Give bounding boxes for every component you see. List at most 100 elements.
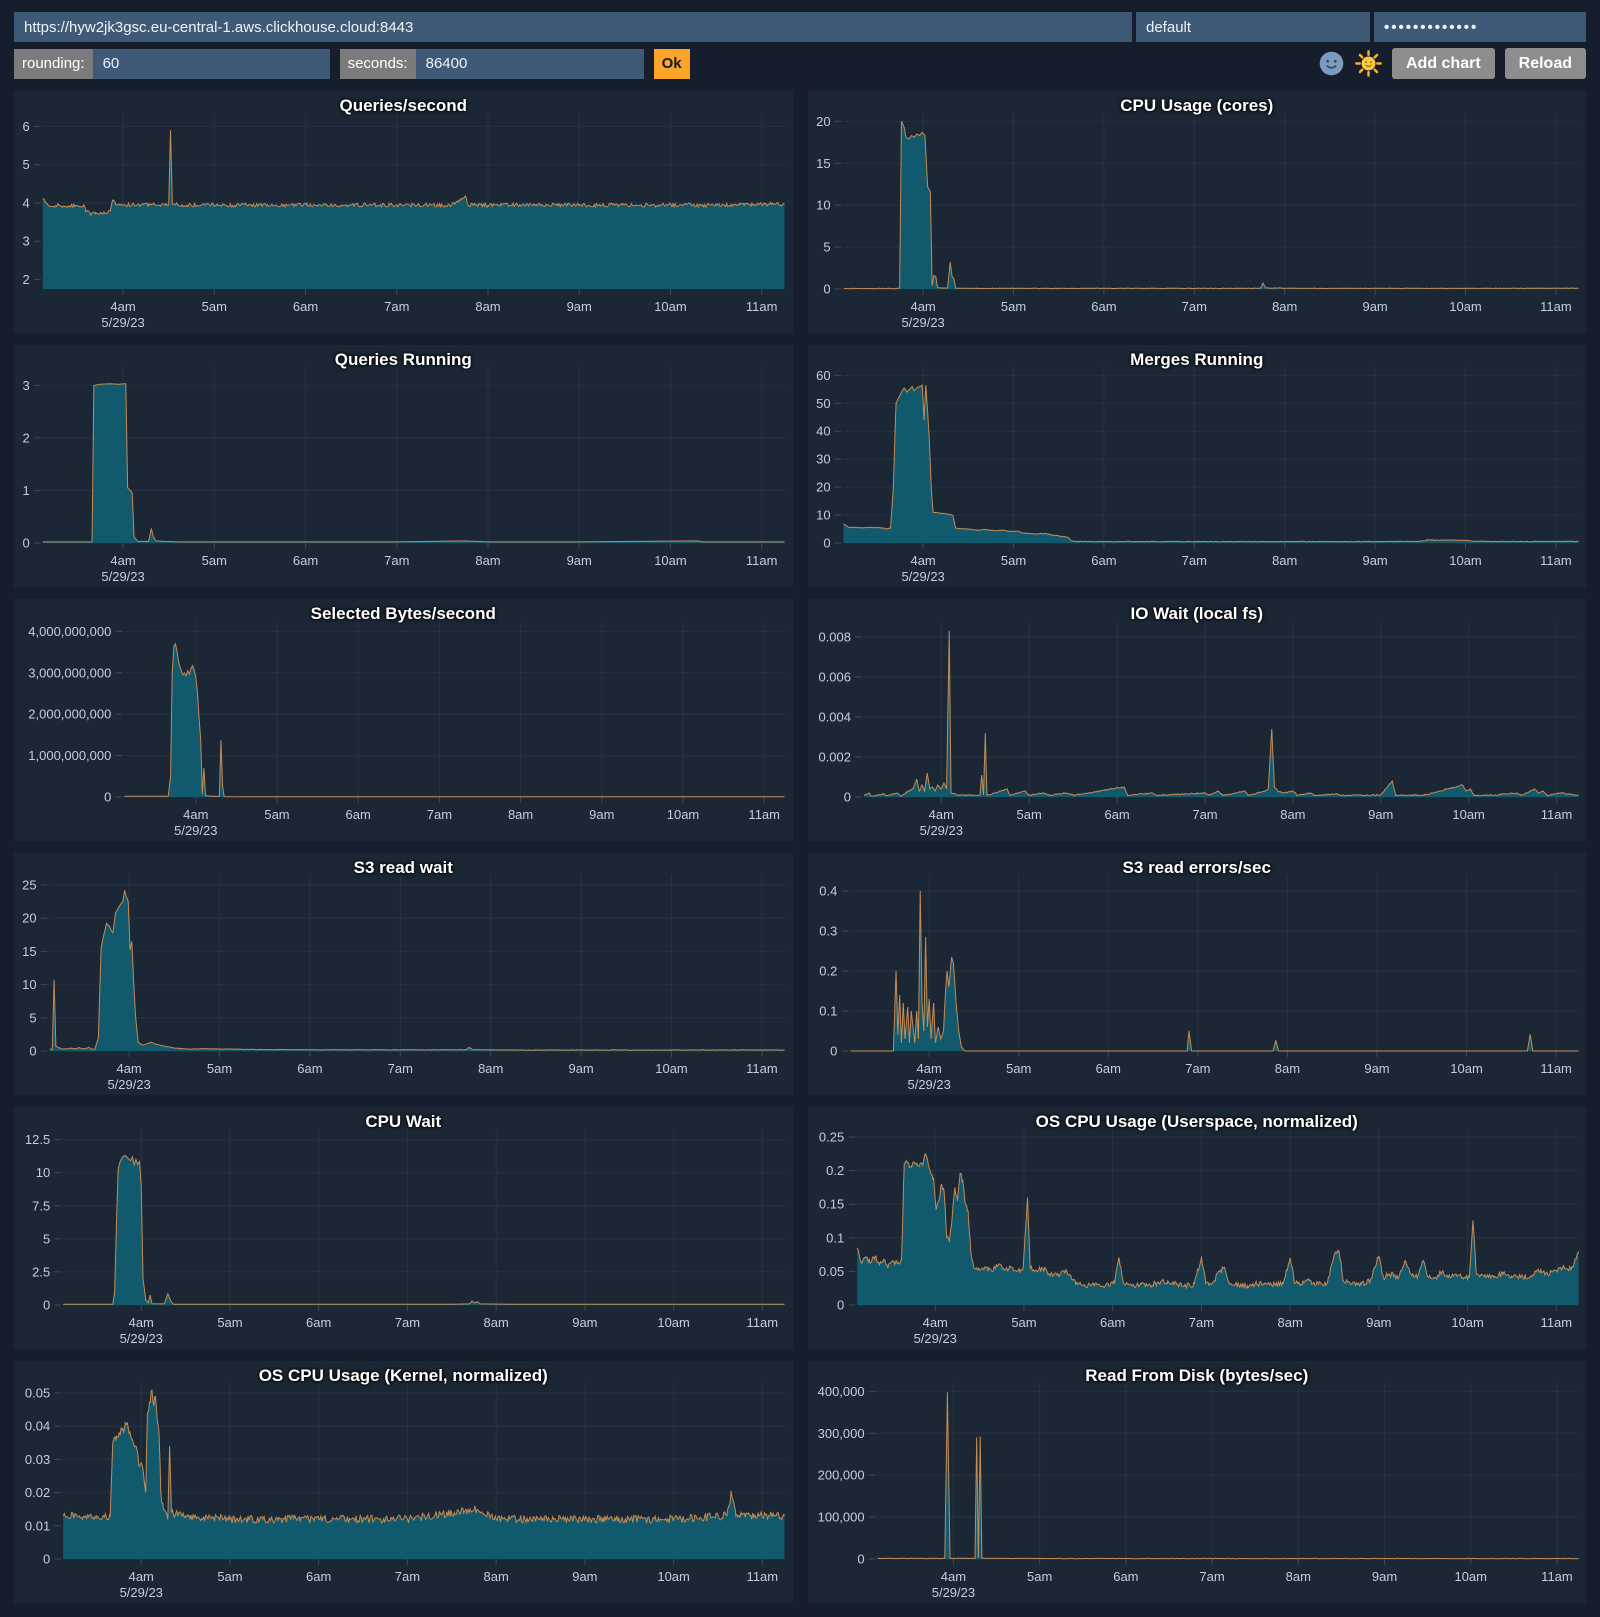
- svg-text:0: 0: [836, 1297, 843, 1312]
- svg-text:5am: 5am: [217, 1569, 242, 1584]
- chart-plot[interactable]: 05101520254am5/29/235am6am7am8am9am10am1…: [14, 853, 793, 1095]
- dark-theme-moon-icon[interactable]: [1318, 50, 1345, 77]
- chart-plot[interactable]: 02.557.51012.54am5/29/235am6am7am8am9am1…: [14, 1107, 793, 1349]
- svg-text:0.2: 0.2: [826, 1163, 844, 1178]
- svg-text:0: 0: [43, 1551, 50, 1566]
- svg-text:5am: 5am: [1027, 1569, 1052, 1584]
- svg-text:25: 25: [22, 877, 36, 892]
- svg-text:5/29/23: 5/29/23: [120, 1331, 163, 1346]
- svg-text:9am: 9am: [589, 807, 614, 822]
- chart-plot[interactable]: 01,000,000,0002,000,000,0003,000,000,000…: [14, 599, 793, 841]
- svg-text:11am: 11am: [1540, 1061, 1572, 1076]
- svg-text:10: 10: [816, 198, 830, 213]
- svg-text:9am: 9am: [572, 1315, 597, 1330]
- svg-text:0: 0: [830, 1043, 837, 1058]
- svg-text:11am: 11am: [1540, 1315, 1572, 1330]
- svg-text:6am: 6am: [293, 553, 318, 568]
- svg-text:9am: 9am: [1362, 553, 1387, 568]
- svg-text:4am: 4am: [116, 1061, 141, 1076]
- chart-panel-selected-bytes-second: 01,000,000,0002,000,000,0003,000,000,000…: [14, 599, 793, 841]
- password-input[interactable]: [1374, 12, 1586, 42]
- chart-panel-read-from-disk-bytes-sec: 0100,000200,000300,000400,0004am5/29/235…: [808, 1361, 1587, 1603]
- chart-plot[interactable]: 234564am5/29/235am6am7am8am9am10am11am: [14, 91, 793, 333]
- svg-text:0.3: 0.3: [819, 923, 837, 938]
- svg-text:7am: 7am: [1192, 807, 1217, 822]
- svg-text:10am: 10am: [657, 1315, 689, 1330]
- rounding-input[interactable]: [93, 49, 330, 79]
- svg-text:5am: 5am: [217, 1315, 242, 1330]
- chart-plot[interactable]: 00.050.10.150.20.254am5/29/235am6am7am8a…: [808, 1107, 1587, 1349]
- svg-text:20: 20: [816, 114, 830, 129]
- light-theme-sun-icon[interactable]: [1355, 50, 1382, 77]
- svg-text:5am: 5am: [202, 299, 227, 314]
- svg-text:6am: 6am: [306, 1569, 331, 1584]
- svg-text:5am: 5am: [1000, 299, 1025, 314]
- svg-text:6: 6: [23, 119, 30, 134]
- chart-panel-merges-running: 01020304050604am5/29/235am6am7am8am9am10…: [808, 345, 1587, 587]
- chart-plot[interactable]: 0100,000200,000300,000400,0004am5/29/235…: [808, 1361, 1587, 1603]
- svg-text:9am: 9am: [1364, 1061, 1389, 1076]
- svg-text:4am: 4am: [910, 299, 935, 314]
- reload-button[interactable]: Reload: [1505, 48, 1586, 79]
- svg-text:11am: 11am: [1540, 807, 1572, 822]
- series-line: [843, 385, 1578, 542]
- chart-plot[interactable]: 01020304050604am5/29/235am6am7am8am9am10…: [808, 345, 1587, 587]
- seconds-field: seconds:: [340, 49, 644, 79]
- svg-text:10am: 10am: [1450, 1061, 1482, 1076]
- charts-grid: 234564am5/29/235am6am7am8am9am10am11amQu…: [0, 85, 1600, 1617]
- svg-text:0.004: 0.004: [818, 709, 850, 724]
- svg-text:6am: 6am: [1104, 807, 1129, 822]
- svg-text:11am: 11am: [748, 807, 780, 822]
- svg-text:1: 1: [23, 483, 30, 498]
- svg-text:15: 15: [816, 156, 830, 171]
- svg-text:3,000,000,000: 3,000,000,000: [28, 665, 111, 680]
- svg-text:7am: 7am: [388, 1061, 413, 1076]
- svg-text:6am: 6am: [306, 1315, 331, 1330]
- svg-text:7am: 7am: [395, 1569, 420, 1584]
- svg-text:11am: 11am: [746, 299, 778, 314]
- chart-plot[interactable]: 00.0020.0040.0060.0084am5/29/235am6am7am…: [808, 599, 1587, 841]
- svg-text:5: 5: [43, 1231, 50, 1246]
- series-line: [50, 890, 785, 1050]
- svg-text:5/29/23: 5/29/23: [101, 315, 144, 330]
- svg-text:5am: 5am: [264, 807, 289, 822]
- svg-text:20: 20: [816, 480, 830, 495]
- series-line: [43, 384, 785, 542]
- svg-text:9am: 9am: [1362, 299, 1387, 314]
- svg-text:9am: 9am: [1366, 1315, 1391, 1330]
- series-area: [63, 1390, 784, 1559]
- user-input[interactable]: [1136, 12, 1370, 42]
- svg-text:3: 3: [23, 234, 30, 249]
- svg-text:4am: 4am: [110, 553, 135, 568]
- svg-text:11am: 11am: [1540, 553, 1572, 568]
- seconds-input[interactable]: [416, 49, 644, 79]
- svg-text:5/29/23: 5/29/23: [107, 1077, 150, 1092]
- chart-plot[interactable]: 051015204am5/29/235am6am7am8am9am10am11a…: [808, 91, 1587, 333]
- ok-button[interactable]: Ok: [654, 49, 690, 79]
- svg-text:0: 0: [29, 1043, 36, 1058]
- svg-text:0: 0: [43, 1297, 50, 1312]
- svg-text:5/29/23: 5/29/23: [901, 569, 944, 584]
- url-input[interactable]: [14, 12, 1132, 42]
- svg-text:2.5: 2.5: [32, 1264, 50, 1279]
- svg-text:11am: 11am: [747, 1569, 779, 1584]
- svg-text:7am: 7am: [384, 299, 409, 314]
- svg-text:0.2: 0.2: [819, 963, 837, 978]
- svg-text:8am: 8am: [508, 807, 533, 822]
- chart-plot[interactable]: 00.10.20.30.44am5/29/235am6am7am8am9am10…: [808, 853, 1587, 1095]
- svg-text:0.05: 0.05: [25, 1385, 50, 1400]
- svg-text:11am: 11am: [746, 1061, 778, 1076]
- add-chart-button[interactable]: Add chart: [1392, 48, 1495, 79]
- svg-text:4am: 4am: [110, 299, 135, 314]
- svg-text:0.1: 0.1: [826, 1230, 844, 1245]
- svg-text:2: 2: [23, 272, 30, 287]
- svg-text:5/29/23: 5/29/23: [101, 569, 144, 584]
- svg-text:15: 15: [22, 944, 36, 959]
- chart-plot[interactable]: 01234am5/29/235am6am7am8am9am10am11am: [14, 345, 793, 587]
- svg-text:8am: 8am: [484, 1315, 509, 1330]
- svg-text:5: 5: [23, 157, 30, 172]
- series-line: [63, 1390, 784, 1524]
- chart-panel-os-cpu-usage-userspace-normalized: 00.050.10.150.20.254am5/29/235am6am7am8a…: [808, 1107, 1587, 1349]
- chart-plot[interactable]: 00.010.020.030.040.054am5/29/235am6am7am…: [14, 1361, 793, 1603]
- svg-text:10: 10: [36, 1165, 50, 1180]
